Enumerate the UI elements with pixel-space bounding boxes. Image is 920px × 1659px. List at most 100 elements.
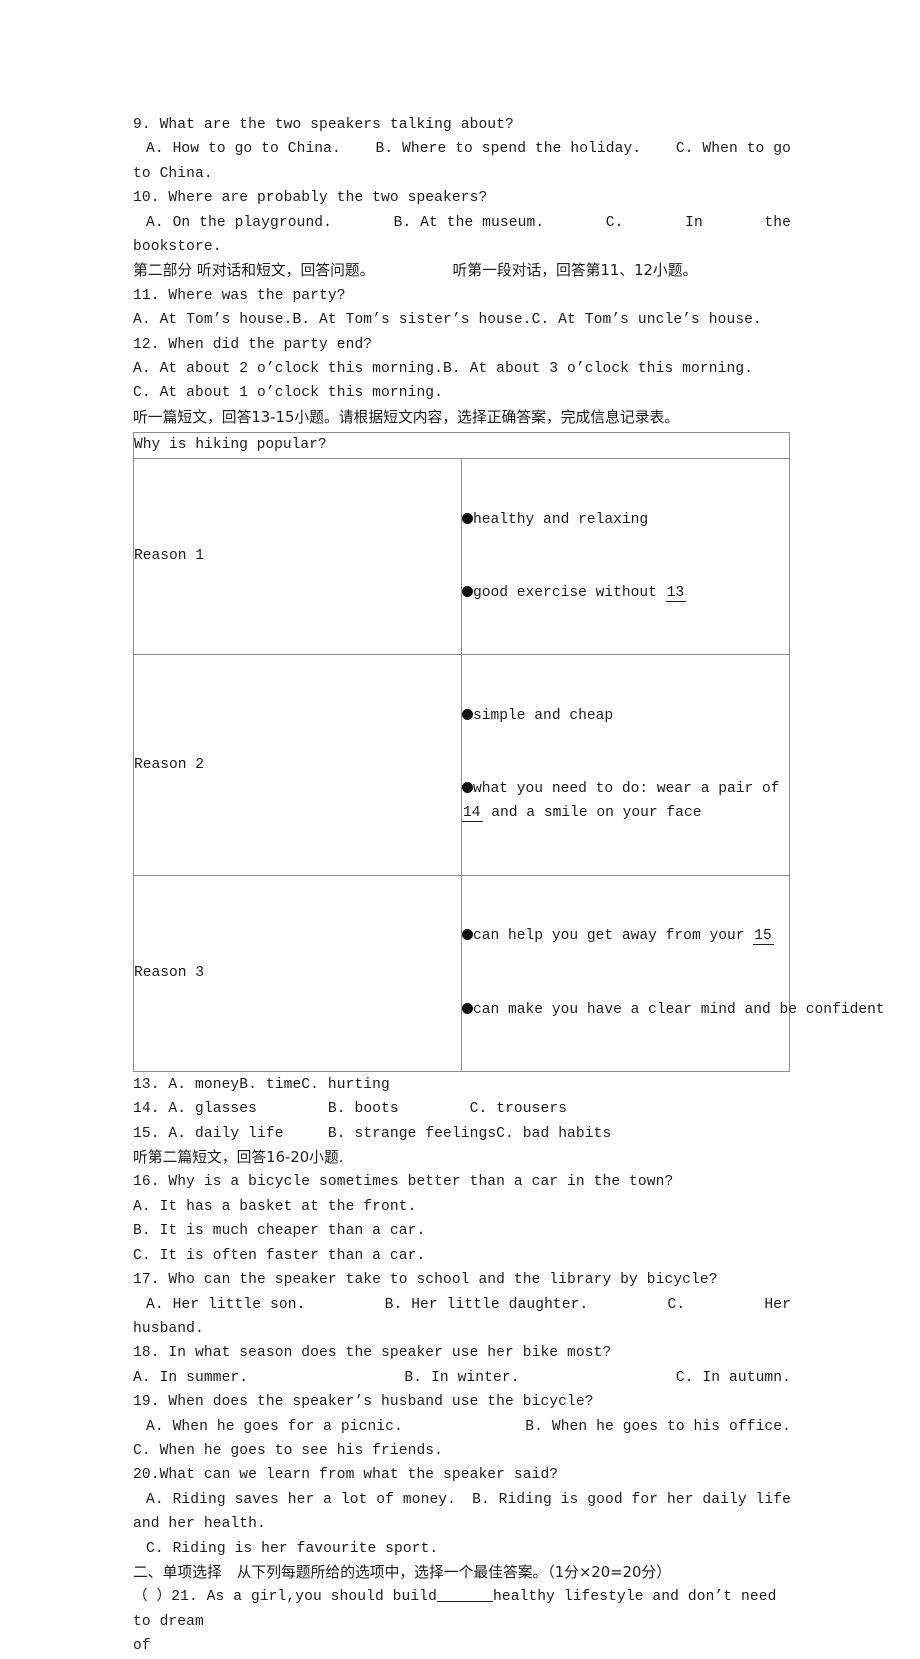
heading-spacer: [374, 259, 452, 283]
reason-3-bullet-1: can help you get away from your 15: [462, 924, 789, 948]
question-12-options-line-2: C. At about 1 o’clock this morning.: [133, 385, 444, 402]
question-20-options: A. Riding saves her a lot of money. B. R…: [133, 1488, 791, 1512]
question-10-option-a: A. On the playground.: [146, 214, 333, 231]
passage-1-instruction: 听一篇短文，回答13-15小题。请根据短文内容，选择正确答案，完成信息记录表。: [133, 408, 680, 426]
reason-1-content: healthy and relaxing good exercise witho…: [461, 457, 790, 655]
blank-15: 15: [753, 928, 774, 946]
question-9-option-c: C. When to go: [675, 141, 791, 158]
question-14-option-b: B. boots: [327, 1101, 399, 1118]
reason-3-bullet-2-text: can make you have a clear mind and be co…: [473, 1001, 885, 1018]
bullet-dot-icon: [462, 708, 473, 720]
question-17-option-a: A. Her little son.: [146, 1296, 306, 1313]
question-11-stem: 11. Where was the party?: [133, 287, 346, 304]
information-table: Why is hiking popular? Reason 1 healthy …: [133, 432, 885, 1072]
section-2-spacer: [222, 1561, 237, 1585]
reason-1-bullet-2-text: good exercise without: [473, 584, 666, 601]
reason-2-bullet-1-text: simple and cheap: [473, 707, 614, 724]
question-10-option-c-word2: the: [764, 214, 791, 231]
question-17-option-c-continued: husband.: [133, 1320, 204, 1337]
section-2-heading-row: 二、单项选择 从下列每题所给的选项中，选择一个最佳答案。（1分×20=20分）: [133, 1561, 791, 1585]
part-2-heading-row: 第二部分 听对话和短文，回答问题。 听第一段对话，回答第11、12小题。: [133, 259, 791, 283]
reason-2-bullet-1: simple and cheap: [462, 704, 789, 728]
question-16-option-a: A. It has a basket at the front.: [133, 1198, 417, 1215]
question-9-stem: 9. What are the two speakers talking abo…: [133, 117, 514, 133]
reason-3-bullet-2: can make you have a clear mind and be co…: [462, 998, 885, 1022]
bullet-dot-icon: [462, 781, 473, 793]
part-2-heading: 第二部分 听对话和短文，回答问题。: [133, 262, 375, 280]
question-10-option-c-label: C.: [605, 214, 624, 231]
table-row: Reason 1 healthy and relaxing good exerc…: [133, 457, 790, 655]
part-2-subheading: 听第一段对话，回答第11、12小题。: [452, 262, 698, 280]
question-11-options: A. At Tom’s house.B. At Tom’s sister’s h…: [133, 312, 762, 329]
question-14-options: 14. A. glasses B. boots C. trousers: [133, 1097, 791, 1121]
reason-2-content: simple and cheap what you need to do: we…: [461, 653, 790, 876]
q14-gap-1: [257, 1101, 328, 1117]
passage-2-instruction: 听第二篇短文，回答16-20小题.: [133, 1149, 344, 1167]
reason-1-bullet-1: healthy and relaxing: [462, 508, 789, 532]
question-14-option-a: 14. A. glasses: [133, 1101, 258, 1118]
question-18-option-a: A. In summer.: [133, 1369, 249, 1386]
question-15-option-bc: B. strange feelingsC. bad habits: [327, 1125, 612, 1142]
reason-2-bullet-2: what you need to do: wear a pair of 14 a…: [462, 777, 789, 826]
question-16-option-c: C. It is often faster than a car.: [133, 1247, 426, 1264]
question-10-option-c-continued: bookstore.: [133, 239, 222, 256]
question-17-option-b: B. Her little daughter.: [384, 1296, 589, 1313]
q14-gap-2: [399, 1101, 470, 1117]
bullet-dot-icon: [462, 585, 473, 597]
question-16-stem: 16. Why is a bicycle sometimes better th…: [133, 1174, 674, 1191]
q15-gap-1: [284, 1126, 328, 1142]
question-19-option-a: A. When he goes for a picnic.: [146, 1418, 403, 1435]
question-15-option-a: 15. A. daily life: [133, 1125, 284, 1142]
question-9-option-b: B. Where to spend the holiday.: [375, 141, 642, 158]
question-20-option-c: C. Riding is her favourite sport.: [146, 1540, 439, 1557]
question-20-option-b-continued: and her health.: [133, 1516, 266, 1533]
question-21-answer-blank[interactable]: [436, 1601, 493, 1603]
question-21-pre: （ ）21. As a girl,you should build: [133, 1589, 437, 1606]
question-10-option-c-word1: In: [685, 214, 703, 231]
exam-page: 9. What are the two speakers talking abo…: [133, 113, 885, 1659]
question-17-option-c-label: C.: [667, 1296, 686, 1313]
question-19-option-b: B. When he goes to his office.: [525, 1418, 791, 1435]
reason-3-content: can help you get away from your 15 can m…: [461, 874, 885, 1072]
question-10-option-b: B. At the museum.: [393, 214, 545, 231]
reason-1-bullet-1-text: healthy and relaxing: [473, 511, 649, 528]
question-18-stem: 18. In what season does the speaker use …: [133, 1345, 612, 1362]
blank-13: 13: [665, 584, 687, 602]
question-21: （ ）21. As a girl,you should build healthy…: [133, 1585, 791, 1634]
table-row: Reason 3 can help you get away from your…: [133, 874, 885, 1072]
question-18-option-c: C. In autumn.: [675, 1369, 791, 1386]
question-9-option-c-continued: to China.: [133, 165, 213, 182]
bullet-dot-icon: [462, 929, 473, 941]
reason-2-label: Reason 2: [133, 653, 462, 876]
question-9-options: A. How to go to China. B. Where to spend…: [133, 137, 791, 161]
question-12-stem: 12. When did the party end?: [133, 336, 373, 353]
question-17-options: A. Her little son. B. Her little daughte…: [133, 1293, 791, 1317]
reason-1-label: Reason 1: [133, 457, 462, 655]
question-19-options: A. When he goes for a picnic. B. When he…: [133, 1415, 791, 1439]
bullet-dot-icon: [462, 512, 473, 524]
question-18-options: A. In summer. B. In winter. C. In autumn…: [133, 1366, 791, 1390]
section-2-heading: 二、单项选择: [133, 1563, 222, 1581]
question-21-continued: of: [133, 1638, 151, 1655]
question-20-option-b: B. Riding is good for her daily life: [472, 1491, 791, 1508]
table-header-row: Why is hiking popular?: [133, 432, 790, 459]
question-14-option-c: C. trousers: [469, 1101, 568, 1118]
question-20-stem: 20.What can we learn from what the speak…: [133, 1467, 559, 1484]
question-17-stem: 17. Who can the speaker take to school a…: [133, 1272, 718, 1289]
reason-3-bullet-1-text: can help you get away from your: [473, 928, 754, 945]
question-9-option-a: A. How to go to China.: [146, 141, 341, 158]
blank-14: 14: [462, 805, 483, 823]
table-row: Reason 2 simple and cheap what you need …: [133, 653, 790, 876]
question-15-options: 15. A. daily life B. strange feelingsC. …: [133, 1122, 791, 1146]
reason-1-bullet-2: good exercise without 13: [462, 581, 789, 605]
question-12-options-line-1: A. At about 2 o’clock this morning.B. At…: [133, 361, 754, 378]
question-10-stem: 10. Where are probably the two speakers?: [133, 190, 488, 207]
reason-3-label: Reason 3: [133, 874, 462, 1072]
reason-2-bullet-2-text-after: and a smile on your face: [482, 805, 702, 822]
question-19-option-c: C. When he goes to see his friends.: [133, 1442, 444, 1459]
question-20-option-a: A. Riding saves her a lot of money.: [146, 1491, 457, 1508]
question-18-option-b: B. In winter.: [404, 1369, 520, 1386]
question-13-options: 13. A. moneyB. timeC. hurting: [133, 1076, 390, 1093]
reason-2-bullet-2-text: what you need to do: wear a pair of: [473, 780, 780, 797]
section-2-instruction: 从下列每题所给的选项中，选择一个最佳答案。（1分×20=20分）: [236, 1563, 672, 1581]
